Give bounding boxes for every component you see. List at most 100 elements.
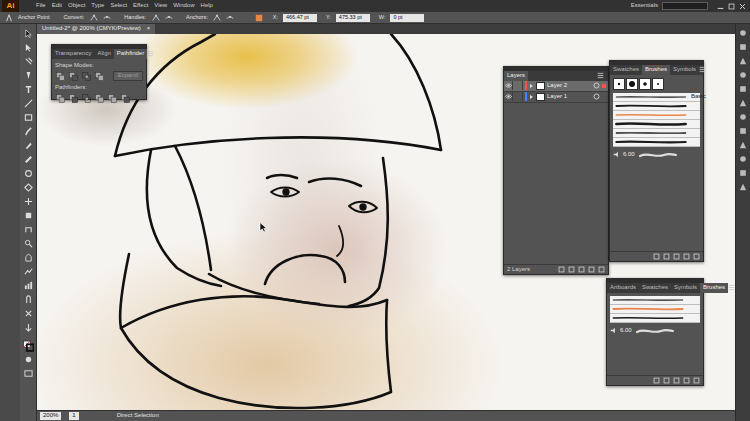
brush-action-icon[interactable] — [683, 377, 690, 384]
layer-action-icon[interactable] — [598, 266, 605, 273]
menu-item[interactable]: Edit — [49, 2, 65, 10]
layer-action-icon[interactable] — [558, 266, 565, 273]
anchor-option-icon[interactable] — [89, 13, 98, 22]
panel-dock-icon[interactable] — [738, 154, 748, 164]
brush-action-icon[interactable] — [693, 253, 700, 260]
anchor-option-icon[interactable] — [226, 13, 235, 22]
pathfinder-icon[interactable] — [94, 94, 104, 104]
tool-icon[interactable] — [23, 308, 34, 319]
tool-icon[interactable] — [23, 112, 34, 123]
anchor-option-icon[interactable] — [213, 13, 222, 22]
tool-icon[interactable] — [23, 182, 34, 193]
panel-dock-icon[interactable] — [738, 84, 748, 94]
brush-row[interactable] — [613, 102, 700, 111]
expand-triangle-icon[interactable] — [529, 83, 534, 89]
screen-mode-icon[interactable] — [23, 368, 34, 379]
panel-dock-icon[interactable] — [738, 182, 748, 192]
brush-row[interactable] — [613, 120, 700, 129]
menu-item[interactable]: View — [151, 2, 170, 10]
coordinate-field[interactable]: 466.47 pt — [283, 14, 317, 22]
tool-icon[interactable] — [23, 56, 34, 67]
pathfinder-icon[interactable] — [120, 94, 130, 104]
panel-menu-icon[interactable] — [699, 66, 706, 73]
brush-action-icon[interactable] — [653, 253, 660, 260]
layer-row[interactable]: Layer 2 — [504, 81, 608, 92]
brush-row[interactable] — [613, 138, 700, 147]
menu-item[interactable]: Effect — [130, 2, 151, 10]
brush-dot-icon[interactable] — [613, 78, 625, 90]
brush-row[interactable] — [613, 111, 700, 120]
layer-action-icon[interactable] — [568, 266, 575, 273]
tool-icon[interactable] — [23, 294, 34, 305]
brush-action-icon[interactable] — [673, 253, 680, 260]
panel-menu-icon[interactable] — [147, 50, 154, 57]
panel-dock-icon[interactable] — [738, 56, 748, 66]
panel-tab[interactable]: Pathfinder — [114, 49, 147, 59]
workspace-switcher[interactable]: Essentials — [627, 2, 662, 10]
coordinate-field[interactable]: 0 pt — [390, 14, 424, 22]
close-icon[interactable] — [738, 2, 747, 11]
brush-action-icon[interactable] — [663, 253, 670, 260]
panel-tab[interactable]: Transparency — [52, 49, 94, 59]
layer-action-icon[interactable] — [578, 266, 585, 273]
panel-tab[interactable]: Brushes — [642, 65, 670, 75]
tool-icon[interactable] — [23, 280, 34, 291]
lock-toggle[interactable] — [515, 92, 523, 101]
brush-dot-icon[interactable] — [652, 78, 664, 90]
fill-stroke-icon[interactable] — [23, 340, 34, 351]
menu-item[interactable]: Window — [170, 2, 197, 10]
menu-item[interactable]: Object — [65, 2, 88, 10]
maximize-icon[interactable] — [727, 2, 736, 11]
shape-mode-icon[interactable] — [94, 71, 104, 81]
expand-triangle-icon[interactable] — [529, 94, 534, 100]
eye-icon[interactable] — [504, 92, 513, 101]
tool-icon[interactable] — [23, 168, 34, 179]
layer-name[interactable]: Layer 2 — [547, 82, 591, 90]
tool-icon[interactable] — [23, 84, 34, 95]
layer-row[interactable]: Layer 1 — [504, 92, 608, 103]
layer-action-icon[interactable] — [588, 266, 595, 273]
panel-dock-icon[interactable] — [738, 168, 748, 178]
tool-icon[interactable] — [23, 252, 34, 263]
tool-icon[interactable] — [23, 196, 34, 207]
tool-icon[interactable] — [23, 224, 34, 235]
tool-icon[interactable] — [23, 210, 34, 221]
panel-dock-icon[interactable] — [738, 42, 748, 52]
tool-icon[interactable] — [23, 322, 34, 333]
coordinate-field[interactable]: 475.33 pt — [336, 14, 370, 22]
expand-button[interactable]: Expand — [113, 71, 143, 81]
pathfinder-icon[interactable] — [81, 94, 91, 104]
brush-action-icon[interactable] — [653, 377, 660, 384]
shape-mode-icon[interactable] — [68, 71, 78, 81]
tool-icon[interactable] — [23, 28, 34, 39]
panel-dock-icon[interactable] — [738, 140, 748, 150]
brush-action-icon[interactable] — [663, 377, 670, 384]
close-tab-button[interactable]: × — [147, 25, 151, 33]
panel-tab[interactable]: Align — [94, 49, 113, 59]
document-tab[interactable]: Untitled-2* @ 200% (CMYK/Preview)× — [37, 24, 155, 34]
panel-dock-icon[interactable] — [738, 28, 748, 38]
tool-icon[interactable] — [23, 266, 34, 277]
panel-dock-icon[interactable] — [738, 98, 748, 108]
panel-tab[interactable]: Swatches — [610, 65, 642, 75]
tool-icon[interactable] — [23, 238, 34, 249]
menu-item[interactable]: File — [33, 2, 49, 10]
brush-action-icon[interactable] — [673, 377, 680, 384]
brush-row[interactable] — [613, 129, 700, 138]
panel-tab[interactable]: Layers — [504, 71, 528, 81]
draw-mode-icon[interactable] — [23, 354, 34, 365]
brush-dot-icon[interactable] — [626, 78, 638, 90]
brush-row[interactable] — [610, 305, 700, 314]
pathfinder-icon[interactable] — [107, 94, 117, 104]
pathfinder-icon[interactable] — [55, 94, 65, 104]
panel-tab[interactable]: Swatches — [639, 283, 671, 293]
minimize-icon[interactable] — [716, 2, 725, 11]
panel-tab[interactable]: Brushes — [700, 283, 728, 293]
anchor-option-icon[interactable] — [164, 13, 173, 22]
brush-action-icon[interactable] — [693, 377, 700, 384]
tool-icon[interactable] — [23, 98, 34, 109]
zoom-field[interactable]: 200% — [40, 412, 61, 420]
brush-row[interactable]: Basic — [613, 93, 700, 102]
panel-menu-icon[interactable] — [728, 284, 735, 291]
tool-icon[interactable] — [23, 140, 34, 151]
